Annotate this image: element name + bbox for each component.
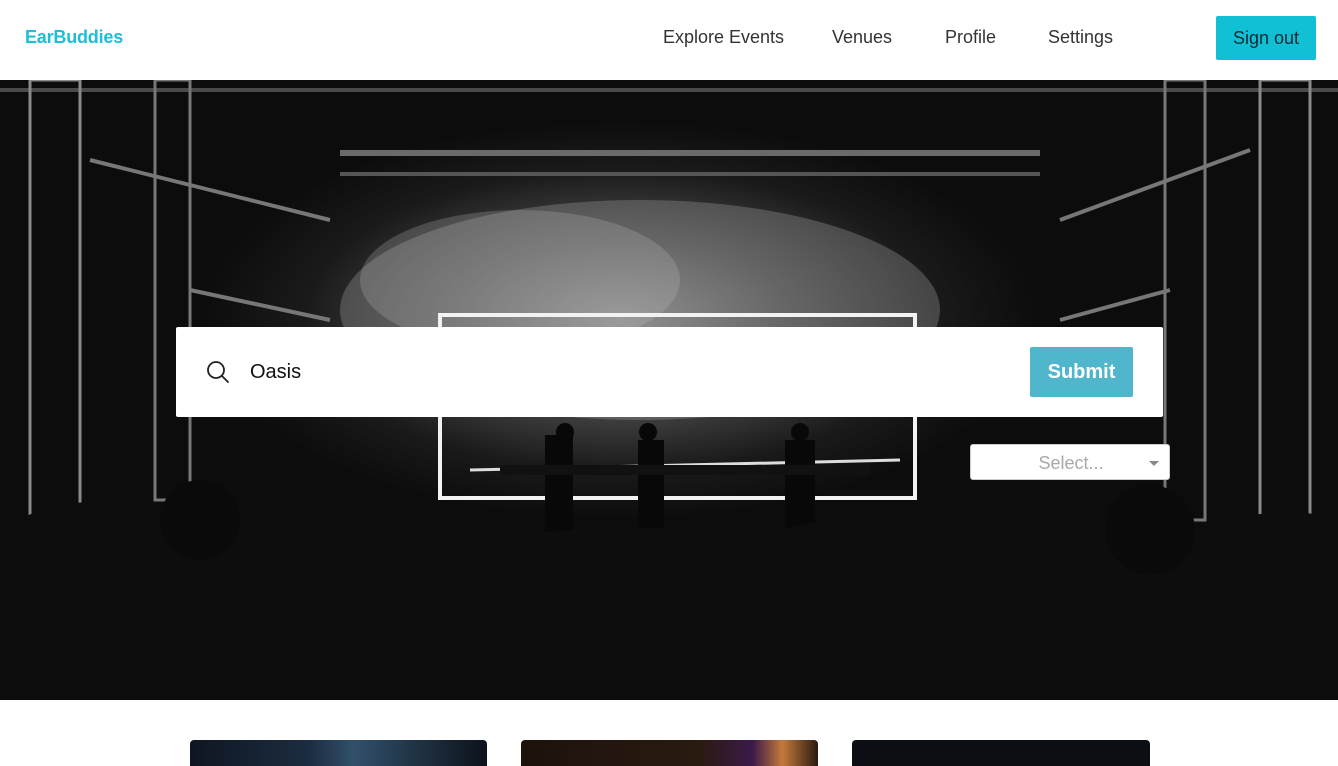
nav-settings[interactable]: Settings [1048, 27, 1113, 48]
filter-select[interactable]: Select... [970, 444, 1170, 480]
navbar: EarBuddies Explore Events Venues Profile… [0, 0, 1338, 80]
caret-down-icon [1149, 461, 1159, 466]
brand-logo[interactable]: EarBuddies [25, 27, 123, 48]
search-bar: Submit [176, 327, 1163, 417]
sign-out-button[interactable]: Sign out [1216, 16, 1316, 60]
nav-explore-events[interactable]: Explore Events [663, 27, 784, 48]
event-card-2-image[interactable] [521, 740, 818, 766]
search-input[interactable] [250, 351, 1010, 393]
search-icon [207, 361, 229, 383]
nav-profile[interactable]: Profile [945, 27, 996, 48]
event-card-1-image[interactable] [190, 740, 487, 766]
select-value: Select... [1038, 453, 1104, 473]
nav-venues[interactable]: Venues [832, 27, 892, 48]
event-card-3-image[interactable] [852, 740, 1150, 766]
submit-button[interactable]: Submit [1030, 347, 1133, 397]
